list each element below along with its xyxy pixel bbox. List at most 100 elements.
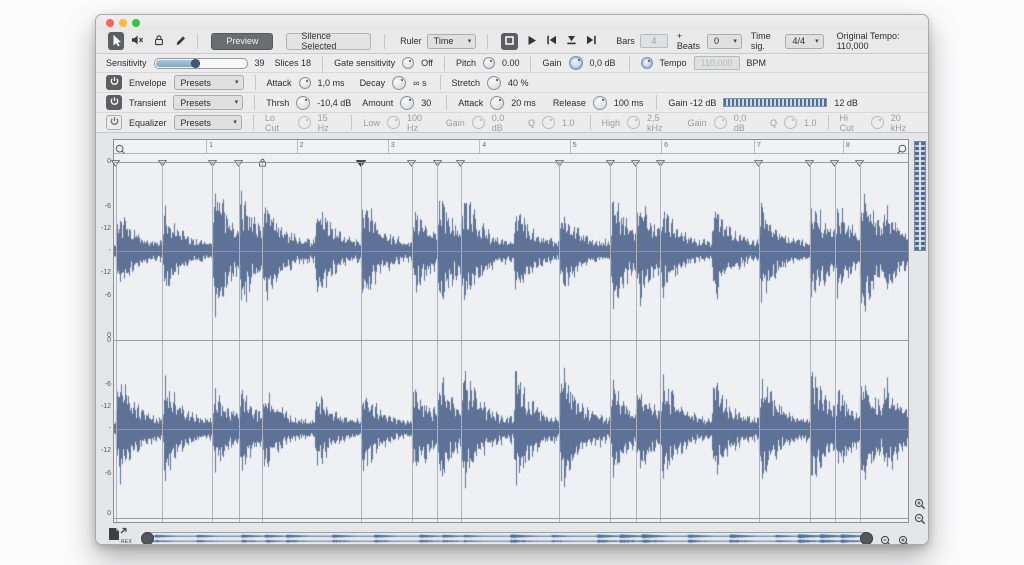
release-knob[interactable]	[593, 96, 607, 110]
envelope-presets-value: Presets	[181, 78, 212, 88]
scrollbar-right-handle[interactable]	[860, 532, 873, 545]
mute-tool-button[interactable]	[129, 32, 145, 50]
pitch-value: 0.00	[502, 58, 520, 68]
amount-value: 30	[421, 98, 431, 108]
pencil-tool-button[interactable]	[172, 32, 188, 50]
zoom-out-button[interactable]	[880, 534, 892, 545]
db-scale-label: 0	[97, 158, 111, 165]
titlebar[interactable]	[96, 15, 928, 29]
bars-input[interactable]: 4	[640, 34, 668, 48]
envelope-decay-value: ∞ s	[413, 78, 426, 88]
power-icon	[109, 116, 120, 129]
waveform-frame: 12345678	[113, 139, 909, 523]
high-q-knob[interactable]	[784, 116, 797, 129]
toolbar-separator	[487, 34, 488, 49]
goto-start-button[interactable]	[546, 35, 557, 47]
hicut-knob[interactable]	[871, 116, 884, 129]
play-button[interactable]	[527, 35, 537, 48]
thrsh-knob[interactable]	[296, 96, 310, 110]
low-gain-value: 0,0 dB	[492, 113, 517, 133]
play-icon	[527, 35, 537, 48]
row-separator	[322, 56, 323, 71]
tempo-input[interactable]: 110,000	[694, 56, 740, 70]
gate-sensitivity-knob[interactable]	[402, 57, 414, 69]
slice-marker-strip[interactable]	[114, 154, 908, 162]
envelope-attack-value: 1,0 ms	[318, 78, 345, 88]
slice-line	[437, 162, 438, 522]
close-window-icon[interactable]	[106, 19, 114, 27]
stop-button[interactable]	[501, 33, 518, 50]
slice-line	[835, 162, 836, 522]
db-scale-label: -12	[97, 403, 111, 410]
envelope-attack-knob[interactable]	[299, 77, 311, 89]
goto-loop-button[interactable]	[566, 35, 577, 47]
db-scale-label: -	[97, 247, 111, 254]
ruler-tick	[479, 140, 480, 153]
low-q-label: Q	[528, 118, 535, 128]
high-gain-knob[interactable]	[714, 116, 727, 129]
scrollbar-left-handle[interactable]	[141, 532, 154, 545]
ruler-tick-label: 5	[573, 142, 577, 149]
slice-line	[461, 162, 462, 522]
skip-to-start-icon	[546, 35, 557, 47]
zoom-window-icon[interactable]	[132, 19, 140, 27]
sensitivity-value: 39	[255, 58, 265, 68]
row-separator	[351, 115, 352, 130]
envelope-presets-select[interactable]: Presets ▾	[174, 75, 244, 90]
tempo-knob[interactable]	[641, 57, 653, 69]
ruler-tick	[388, 140, 389, 153]
transient-power-button[interactable]	[106, 95, 122, 110]
center-line	[114, 429, 908, 430]
vertical-scrollbar-thumb[interactable]	[914, 141, 926, 251]
stretch-knob[interactable]	[487, 76, 501, 90]
sensitivity-slider-thumb[interactable]	[191, 59, 200, 68]
sensitivity-slider[interactable]	[154, 58, 248, 69]
locut-label: Lo Cut	[265, 113, 291, 133]
waveform-display[interactable]	[114, 162, 908, 524]
gain-label: Gain	[542, 58, 561, 68]
high-label: High	[602, 118, 621, 128]
timeline-ruler[interactable]: 12345678	[114, 140, 908, 154]
row-separator	[444, 56, 445, 71]
timesig-select[interactable]: 4/4 ▾	[785, 34, 823, 49]
chevron-down-icon: ▾	[233, 119, 237, 126]
envelope-power-button[interactable]	[106, 75, 122, 90]
db-scale-label: 0	[97, 337, 111, 344]
transient-attack-knob[interactable]	[490, 96, 504, 110]
preview-button[interactable]: Preview	[211, 33, 273, 50]
silence-selected-button[interactable]: Silence Selected	[286, 33, 371, 50]
amount-knob[interactable]	[400, 96, 414, 110]
low-q-knob[interactable]	[542, 116, 555, 129]
locut-knob[interactable]	[298, 116, 311, 129]
db-scale-label: -	[97, 425, 111, 432]
rex-file-icon[interactable]: REX	[108, 527, 138, 545]
amount-label: Amount	[362, 98, 393, 108]
equalizer-presets-select[interactable]: Presets ▾	[174, 115, 242, 130]
equalizer-presets-value: Presets	[181, 118, 212, 128]
equalizer-power-button[interactable]	[106, 115, 122, 130]
db-scale-label: 0	[97, 510, 111, 517]
horizontal-scrollbar[interactable]	[141, 532, 873, 545]
low-knob[interactable]	[387, 116, 400, 129]
envelope-decay-knob[interactable]	[392, 76, 406, 90]
low-gain-knob[interactable]	[472, 116, 485, 129]
gate-sensitivity-label: Gate sensitivity	[334, 58, 395, 68]
goto-end-button[interactable]	[586, 35, 597, 47]
low-value: 100 Hz	[407, 113, 435, 133]
minimize-window-icon[interactable]	[119, 19, 127, 27]
ruler-select[interactable]: Time ▾	[427, 34, 477, 49]
zero-db-line	[114, 518, 908, 519]
stretch-value: 40 %	[508, 78, 529, 88]
pitch-knob[interactable]	[483, 57, 495, 69]
beats-select[interactable]: 0 ▾	[707, 34, 742, 49]
slice-line	[412, 162, 413, 522]
arrow-tool-button[interactable]	[108, 32, 124, 50]
zoom-in-button[interactable]	[898, 534, 910, 545]
lock-tool-button[interactable]	[151, 32, 167, 50]
slice-line	[559, 162, 560, 522]
equalizer-label: Equalizer	[129, 118, 167, 128]
transient-presets-select[interactable]: Presets ▾	[173, 95, 243, 110]
high-knob[interactable]	[627, 116, 640, 129]
transient-gain-slider[interactable]	[723, 98, 827, 107]
gain-knob[interactable]	[569, 56, 583, 70]
